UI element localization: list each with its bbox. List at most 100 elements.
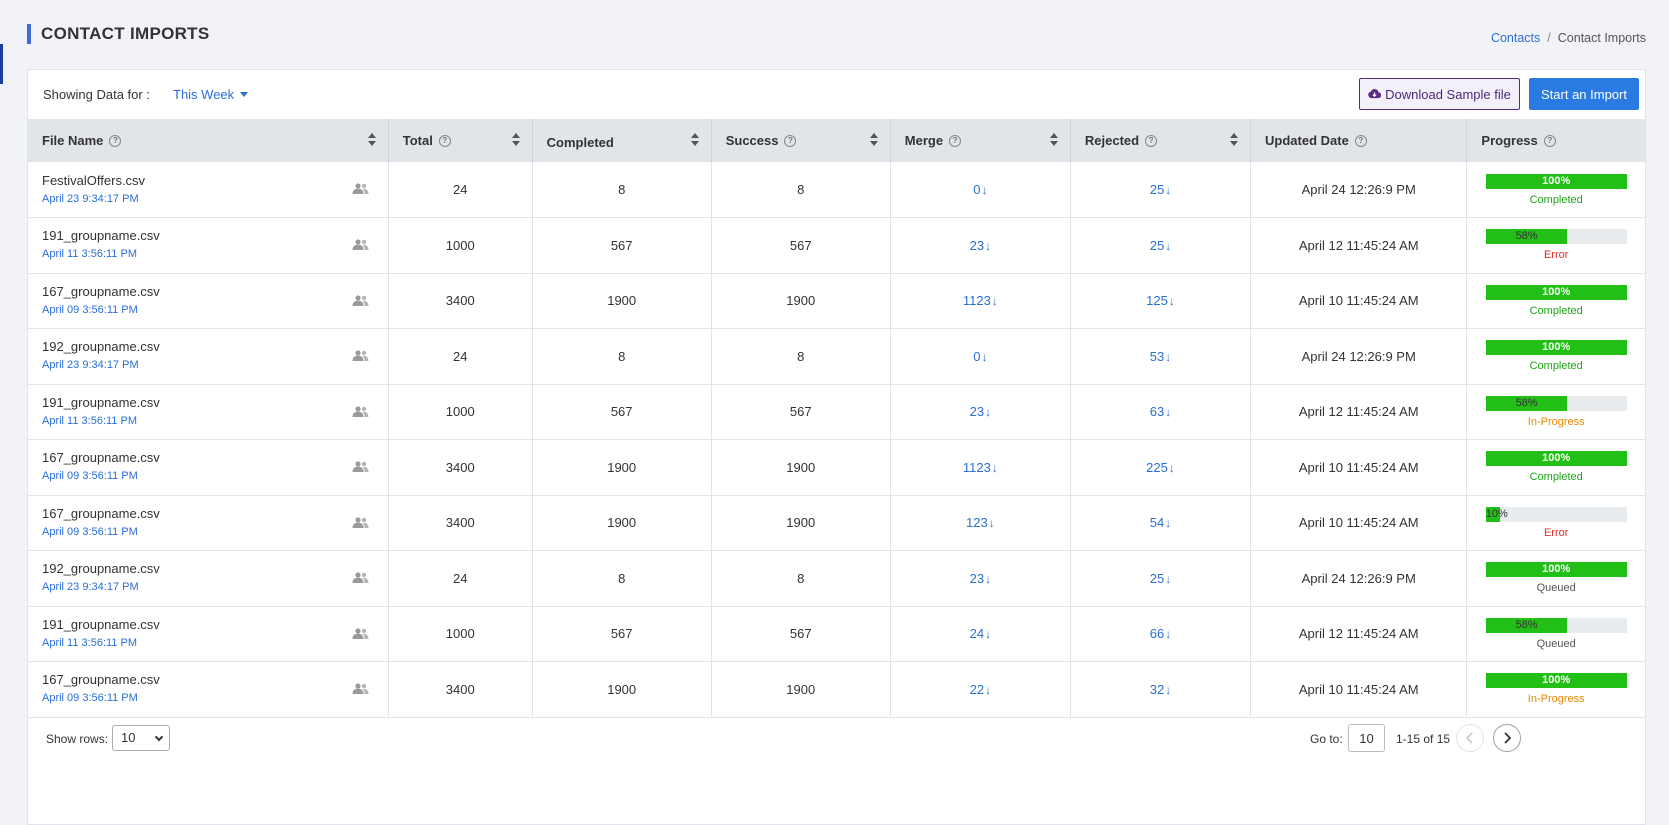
header-file-name[interactable]: File Name? [28,119,389,162]
download-sample-button[interactable]: Download Sample file [1359,78,1520,110]
users-icon[interactable] [352,461,369,472]
breadcrumb-contacts-link[interactable]: Contacts [1491,31,1540,45]
merge-download-link[interactable]: 0↓ [973,349,987,364]
sort-icon[interactable] [869,133,878,147]
progress-cell: 58% Error [1466,217,1645,274]
merge-count: 0 [973,348,981,364]
rejected-download-link[interactable]: 54↓ [1150,515,1171,530]
progress-percent: 100% [1542,174,1571,187]
rejected-download-link[interactable]: 63↓ [1150,404,1171,419]
question-circle-icon[interactable]: ? [109,134,122,147]
rejected-download-link[interactable]: 25↓ [1150,238,1171,253]
sort-icon[interactable] [367,133,376,147]
goto-page-input[interactable] [1348,724,1385,752]
table-row: 191_groupname.csv April 11 3:56:11 PM 1000… [28,384,1645,440]
next-page-button[interactable] [1493,724,1521,752]
rejected-download-link[interactable]: 32↓ [1150,682,1171,697]
file-date: April 09 3:56:11 PM [42,470,138,483]
progress-cell: 100% In-Progress [1466,661,1645,718]
progress-cell: 100% Completed [1466,273,1645,329]
previous-page-button[interactable] [1456,724,1484,752]
table-row: 191_groupname.csv April 11 3:56:11 PM 1000… [28,217,1645,274]
users-icon[interactable] [352,405,369,417]
file-cell: 167_groupname.csv April 09 3:56:11 PM [28,661,389,718]
arrow-down-icon: ↓ [985,627,992,642]
file-cell: FestivalOffers.csv April 23 9:34:17 PM [28,162,389,218]
merge-download-link[interactable]: 22↓ [970,682,991,697]
start-import-button[interactable]: Start an Import [1529,78,1639,110]
sort-icon[interactable] [511,133,520,147]
table-footer: Show rows: 10 Go to: 1-15 of 15 [28,710,1645,770]
rejected-cell: 125↓ [1070,273,1252,329]
file-name: FestivalOffers.csv [42,172,146,188]
merge-cell: 0↓ [890,328,1071,385]
merge-download-link[interactable]: 24↓ [970,626,991,641]
merge-download-link[interactable]: 23↓ [970,238,991,253]
table-row: 167_groupname.csv April 09 3:56:11 PM 3400… [28,495,1645,551]
question-circle-icon[interactable]: ? [784,134,797,147]
question-circle-icon[interactable]: ? [1354,134,1367,147]
header-progress: Progress? [1466,119,1645,162]
table-row: 192_groupname.csv April 23 9:34:17 PM 24 8 8… [28,328,1645,385]
header-success[interactable]: Success? [711,119,891,162]
rejected-download-link[interactable]: 53↓ [1150,349,1171,364]
question-circle-icon[interactable]: ? [949,134,962,147]
rejected-cell: 32↓ [1070,661,1252,718]
sort-icon[interactable] [1230,133,1239,147]
sort-icon[interactable] [1049,133,1058,147]
merge-download-link[interactable]: 0↓ [973,182,987,197]
merge-download-link[interactable]: 23↓ [970,571,991,586]
question-circle-icon[interactable]: ? [438,134,451,147]
users-icon[interactable] [352,683,369,694]
users-icon[interactable] [352,294,369,306]
total-cell: 1000 [388,217,533,274]
chevron-down-icon [154,732,164,742]
progress-cell: 100% Completed [1466,162,1645,218]
users-icon[interactable] [352,627,369,639]
rejected-download-link[interactable]: 25↓ [1150,182,1171,197]
merge-download-link[interactable]: 1123↓ [963,460,998,475]
rejected-cell: 53↓ [1070,328,1252,385]
file-cell: 191_groupname.csv April 11 3:56:11 PM [28,217,389,274]
merge-download-link[interactable]: 123↓ [966,515,995,530]
total-cell: 24 [388,550,533,607]
merge-cell: 0↓ [890,162,1071,218]
sort-icon[interactable] [690,133,699,147]
period-dropdown[interactable]: This Week [173,87,249,102]
rejected-download-link[interactable]: 225↓ [1146,460,1175,475]
rejected-download-link[interactable]: 66↓ [1150,626,1171,641]
merge-cell: 1123↓ [890,439,1071,496]
merge-count: 1123 [962,459,991,475]
file-cell: 167_groupname.csv April 09 3:56:11 PM [28,273,389,329]
arrow-down-icon: ↓ [985,571,992,586]
merge-download-link[interactable]: 23↓ [970,404,991,419]
progress-bar: 10% [1485,506,1627,522]
users-icon[interactable] [352,572,369,583]
question-circle-icon[interactable]: ? [1543,134,1556,147]
users-icon[interactable] [352,183,369,194]
progress-percent: 100% [1542,452,1571,465]
merge-download-link[interactable]: 1123↓ [963,293,998,308]
users-icon[interactable] [352,516,369,528]
header-completed[interactable]: Completed [532,119,712,162]
merge-cell: 23↓ [890,550,1071,607]
file-date: April 11 3:56:11 PM [42,636,137,649]
users-icon[interactable] [352,239,369,250]
header-merge[interactable]: Merge? [890,119,1071,162]
header-total[interactable]: Total? [388,119,533,162]
completed-cell: 1900 [532,439,712,496]
success-cell: 1900 [711,439,891,496]
rejected-download-link[interactable]: 125↓ [1146,293,1175,308]
table-row: 167_groupname.csv April 09 3:56:11 PM 3400… [28,273,1645,329]
period-dropdown-label: This Week [173,87,235,102]
caret-down-icon [240,92,249,97]
header-updated-label: Updated Date [1265,133,1349,148]
arrow-down-icon: ↓ [1165,516,1172,531]
chevron-left-icon [1465,732,1473,744]
header-rejected[interactable]: Rejected? [1070,119,1252,162]
rows-per-page-select[interactable]: 10 [112,725,170,751]
rejected-download-link[interactable]: 25↓ [1150,571,1171,586]
success-cell: 1900 [711,495,891,551]
users-icon[interactable] [352,350,369,361]
question-circle-icon[interactable]: ? [1145,134,1158,147]
